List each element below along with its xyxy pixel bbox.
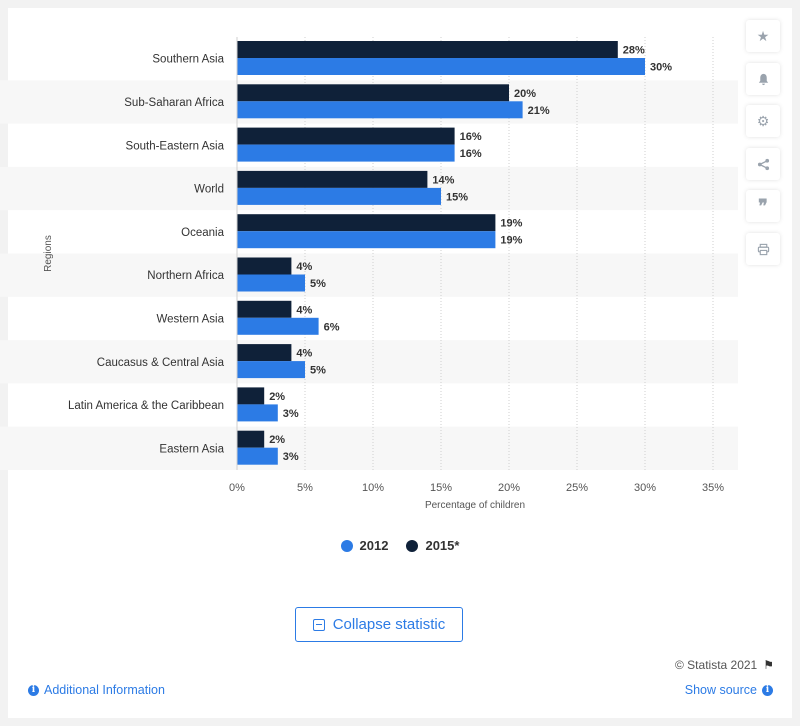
data-label: 4%: [296, 348, 312, 360]
category-label: South-Eastern Asia: [126, 140, 225, 152]
data-label: 5%: [310, 278, 326, 290]
bar: [237, 214, 496, 232]
bar: [237, 187, 441, 205]
data-label: 16%: [460, 148, 482, 160]
chart-legend: 2012 2015*: [0, 538, 800, 553]
row-band: [0, 253, 738, 297]
category-label: Southern Asia: [152, 54, 224, 66]
bar: [237, 387, 265, 405]
bar-chart: 28% 30% Southern Asia 20% 21% Sub-Saharan Afr…: [0, 37, 738, 511]
category-label: Caucasus & Central Asia: [97, 357, 225, 369]
bar: [237, 58, 645, 75]
data-label: 30%: [650, 62, 672, 74]
data-label: 19%: [500, 218, 522, 230]
data-label: 4%: [296, 261, 312, 273]
copyright: © Statista 2021 ⚑: [675, 658, 774, 672]
x-axis-title: Percentage of children: [425, 500, 525, 511]
category-label: Eastern Asia: [159, 443, 224, 455]
category-label: World: [194, 184, 224, 196]
data-label: 15%: [446, 191, 468, 203]
bar: [237, 84, 509, 102]
flag-icon[interactable]: ⚑: [763, 658, 774, 672]
legend-label-2015: 2015*: [425, 538, 460, 553]
bar: [237, 170, 428, 188]
data-label: 21%: [528, 105, 550, 117]
bar: [237, 430, 265, 448]
x-tick-label: 5%: [297, 482, 313, 494]
legend-label-2012: 2012: [359, 538, 389, 553]
bar: [237, 344, 292, 362]
bar: [237, 300, 292, 318]
data-label: 2%: [269, 434, 285, 446]
copyright-text: © Statista 2021: [675, 658, 758, 672]
show-source-label: Show source: [684, 683, 757, 697]
bar: [237, 274, 305, 292]
y-axis-title: Regions: [43, 235, 54, 272]
data-label: 5%: [310, 365, 326, 377]
category-label: Oceania: [181, 227, 224, 239]
bar: [237, 404, 278, 422]
legend-item-2015[interactable]: 2015*: [406, 538, 459, 553]
data-label: 3%: [283, 408, 299, 420]
x-tick-label: 10%: [362, 482, 384, 494]
data-label: 2%: [269, 391, 285, 403]
bar: [237, 144, 455, 162]
bar: [237, 257, 292, 275]
category-label: Latin America & the Caribbean: [68, 400, 224, 412]
minus-square-icon: [312, 618, 325, 631]
x-tick-label: 20%: [498, 482, 520, 494]
data-label: 16%: [460, 131, 482, 143]
category-label: Northern Africa: [147, 270, 224, 282]
collapse-label: Collapse statistic: [332, 616, 446, 633]
gear-icon[interactable]: ⚙: [746, 105, 780, 137]
legend-item-2012[interactable]: 2012: [340, 538, 389, 553]
data-label: 4%: [296, 304, 312, 316]
bar: [237, 101, 523, 119]
data-label: 28%: [623, 45, 645, 57]
additional-information-link[interactable]: i Additional Information: [28, 683, 165, 697]
x-tick-label: 25%: [566, 482, 588, 494]
legend-dot-2012: [340, 539, 353, 552]
data-label: 6%: [324, 321, 340, 333]
info-icon: i: [28, 684, 39, 696]
print-icon[interactable]: [746, 233, 780, 265]
bar: [237, 317, 319, 335]
data-label: 20%: [514, 88, 536, 100]
collapse-statistic-button[interactable]: Collapse statistic: [295, 607, 463, 642]
x-tick-label: 35%: [702, 482, 724, 494]
bar: [237, 41, 618, 58]
info-icon: i: [762, 684, 773, 696]
x-tick-label: 30%: [634, 482, 656, 494]
share-icon[interactable]: [746, 148, 780, 180]
quote-icon[interactable]: ❞: [746, 190, 780, 222]
data-label: 19%: [500, 235, 522, 247]
category-label: Western Asia: [156, 313, 224, 325]
bar: [237, 361, 305, 379]
bar: [237, 231, 496, 249]
star-icon[interactable]: ★: [746, 20, 780, 52]
data-label: 3%: [283, 451, 299, 463]
x-tick-label: 15%: [430, 482, 452, 494]
show-source-link[interactable]: Show source i: [685, 683, 773, 697]
row-band: [0, 426, 738, 470]
legend-dot-2015: [406, 539, 419, 552]
x-tick-label: 0%: [229, 482, 245, 494]
data-label: 14%: [432, 174, 454, 186]
category-label: Sub-Saharan Africa: [124, 97, 224, 109]
additional-information-label: Additional Information: [44, 683, 165, 697]
bell-icon[interactable]: [746, 63, 780, 95]
bar: [237, 127, 455, 145]
bar: [237, 447, 278, 465]
